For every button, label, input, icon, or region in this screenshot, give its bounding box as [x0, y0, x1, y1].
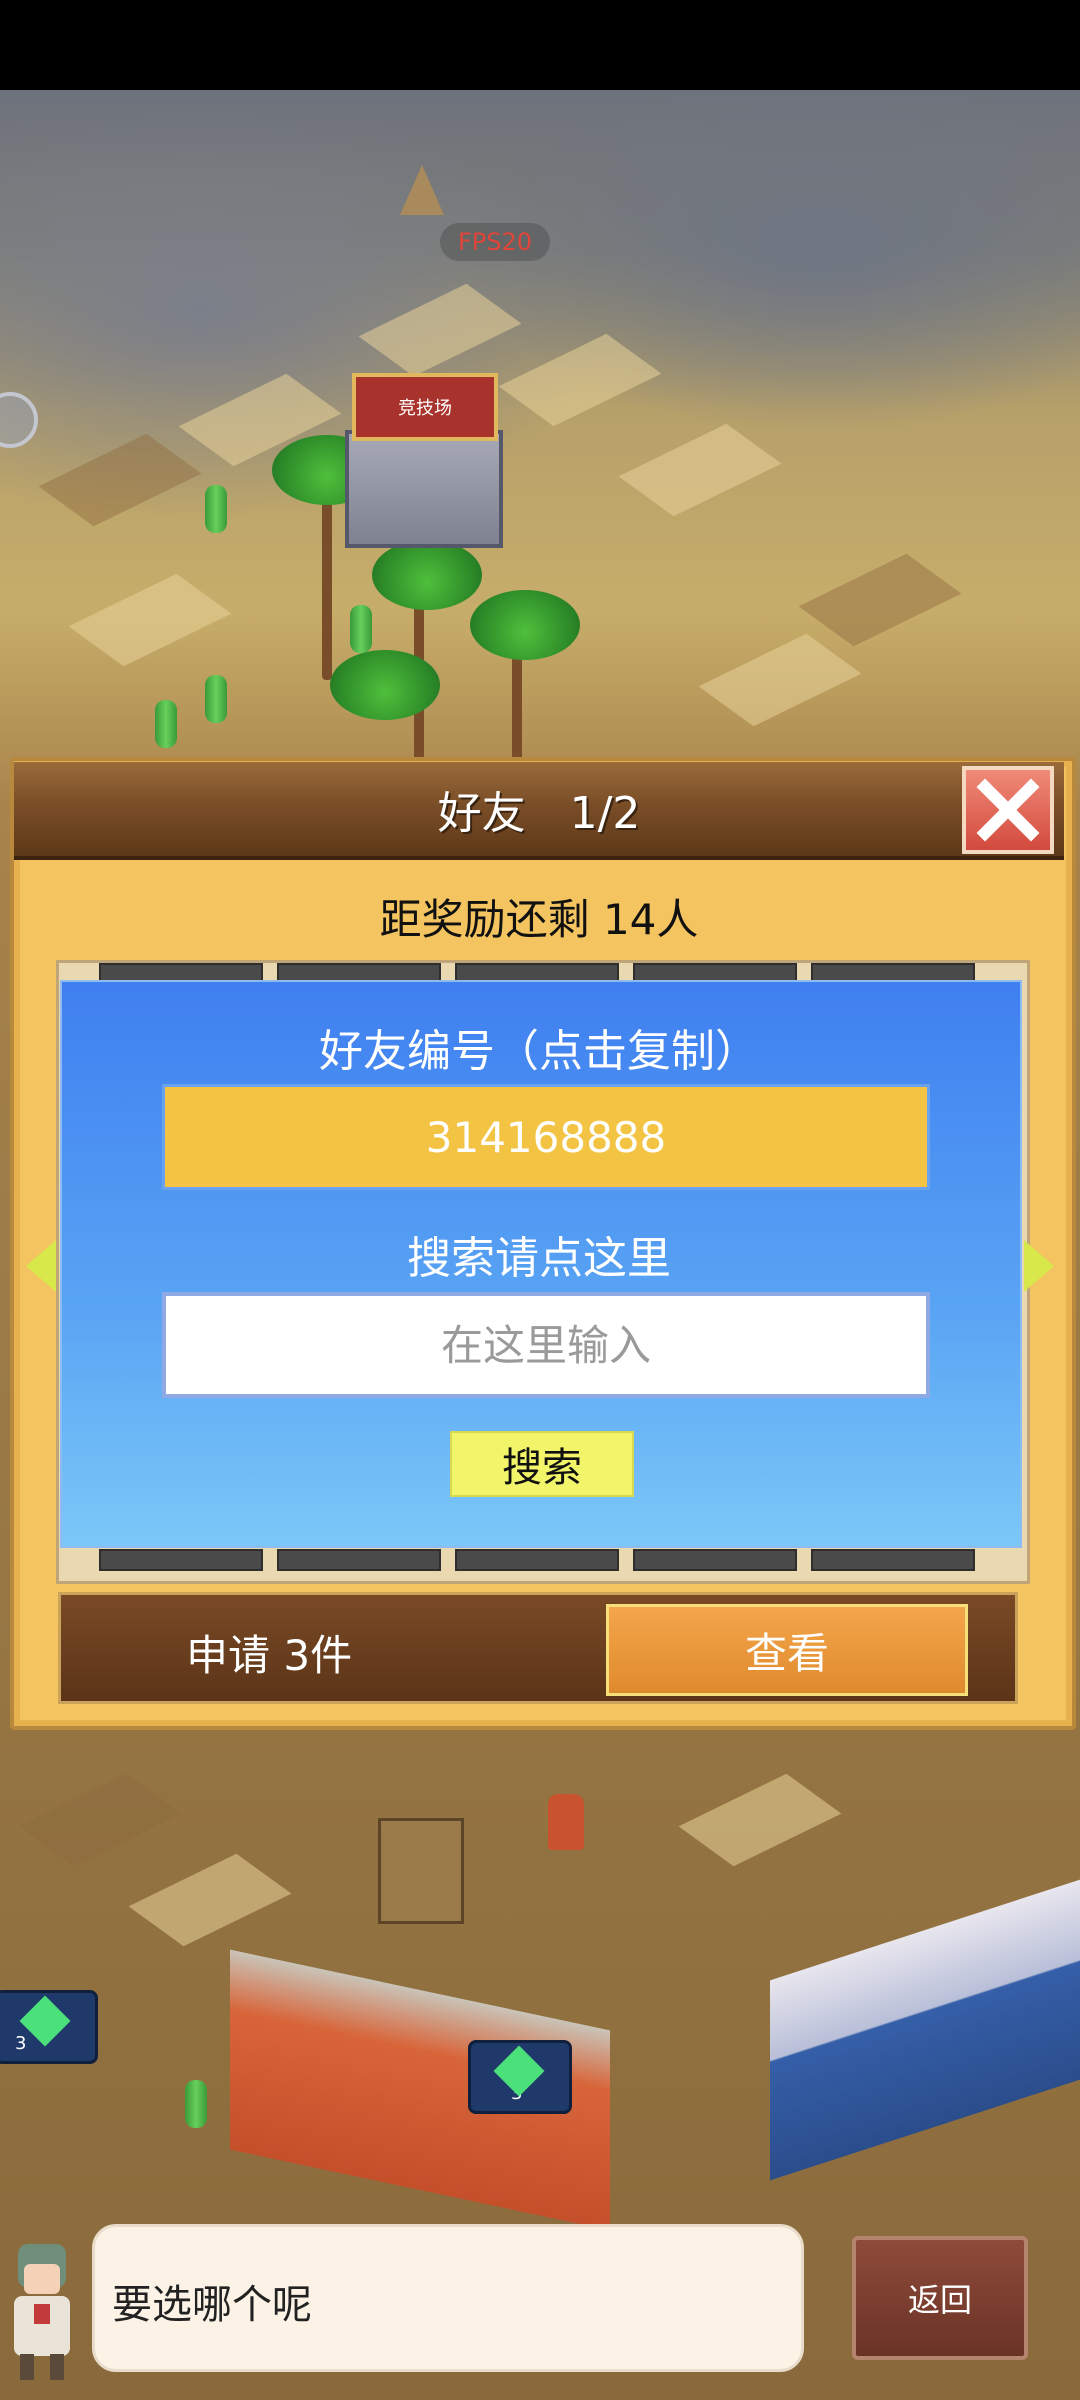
tab-slot	[455, 1549, 619, 1571]
prev-page-arrow-icon[interactable]	[26, 1240, 56, 1292]
palm-tree-icon	[470, 590, 580, 660]
sand-tile	[498, 333, 662, 427]
sand-tile	[128, 1853, 292, 1947]
dirt-tile	[18, 1773, 182, 1867]
next-page-arrow-icon[interactable]	[1024, 1240, 1054, 1292]
cactus-icon	[185, 2080, 207, 2128]
sand-tile	[358, 283, 522, 377]
gem-badge[interactable]: 3	[0, 1990, 98, 2064]
friend-id-label: 好友编号（点击复制）	[319, 1026, 759, 1077]
tab-slot	[277, 1549, 441, 1571]
cactus-icon	[205, 485, 227, 533]
gem-count: 3	[15, 2033, 27, 2054]
panel-title: 好友 1/2	[437, 788, 641, 839]
reward-progress-text: 距奖励还剩 14人	[379, 895, 699, 944]
dirt-tile	[38, 433, 202, 527]
cactus-icon	[350, 605, 372, 653]
back-button[interactable]: 返回	[852, 2236, 1028, 2360]
fps-counter: FPS20	[440, 223, 550, 261]
arena-sign[interactable]: 竞技场	[352, 373, 498, 441]
tab-slot	[633, 1549, 797, 1571]
view-requests-button[interactable]: 查看	[606, 1604, 968, 1696]
sand-tile	[68, 573, 232, 667]
palm-tree-icon	[330, 650, 440, 720]
tab-slot	[811, 1549, 975, 1571]
gem-badge[interactable]: 3	[468, 2040, 572, 2114]
status-bar	[0, 0, 1080, 90]
dirt-tile	[798, 553, 962, 647]
watchtower[interactable]	[378, 1818, 464, 1924]
close-icon	[976, 778, 1040, 842]
inn-building[interactable]	[770, 1879, 1080, 2181]
arena-building[interactable]	[345, 430, 503, 548]
search-button[interactable]: 搜索	[450, 1431, 634, 1497]
cactus-icon	[205, 675, 227, 723]
friend-id-copy-button[interactable]: 314168888	[162, 1084, 930, 1190]
friend-request-count: 申请 3件	[186, 1631, 353, 1680]
palm-tree-icon	[372, 540, 482, 610]
villager-character[interactable]	[548, 1794, 584, 1850]
gem-count: 3	[511, 2083, 523, 2104]
friend-search-input[interactable]	[162, 1292, 930, 1398]
rock-icon	[400, 165, 444, 215]
tab-slot	[99, 1549, 263, 1571]
sand-tile	[698, 633, 862, 727]
sand-tile	[618, 423, 782, 517]
cactus-icon	[155, 700, 177, 748]
sand-tile	[678, 1773, 842, 1867]
advisor-character-icon	[14, 2244, 70, 2380]
dialogue-text: 要选哪个呢	[112, 2282, 312, 2328]
close-button[interactable]	[962, 766, 1054, 854]
advisor-avatar	[0, 2234, 84, 2384]
search-label: 搜索请点这里	[407, 1233, 671, 1284]
